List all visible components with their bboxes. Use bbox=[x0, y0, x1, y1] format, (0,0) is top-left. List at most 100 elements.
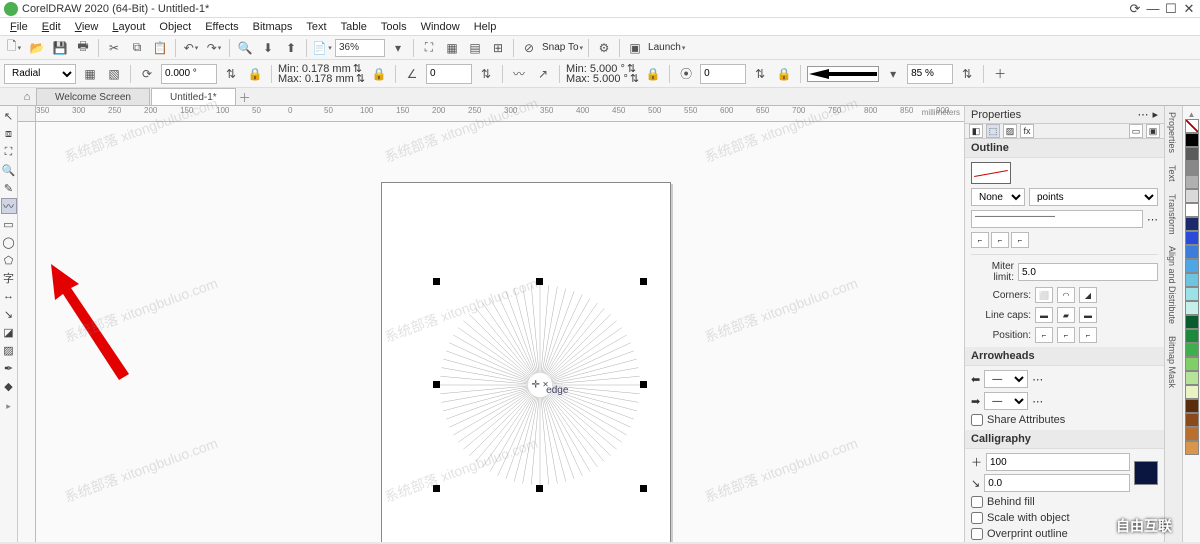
vertical-ruler[interactable] bbox=[18, 122, 36, 542]
tab-welcome[interactable]: Welcome Screen bbox=[36, 88, 150, 105]
selected-object[interactable]: ✛ × edge bbox=[437, 282, 643, 488]
opacity-input[interactable] bbox=[907, 64, 953, 84]
nib-angle-input[interactable] bbox=[984, 474, 1130, 492]
export-button[interactable]: ⬆ bbox=[281, 38, 301, 58]
snap-to-dropdown[interactable]: Snap To bbox=[542, 42, 583, 53]
guidelines-button[interactable]: ⊞ bbox=[488, 38, 508, 58]
strip-text[interactable]: Text bbox=[1165, 159, 1179, 188]
swatch[interactable] bbox=[1185, 329, 1199, 343]
zoom-level-input[interactable] bbox=[335, 39, 385, 57]
outline-color-swatch[interactable] bbox=[971, 162, 1011, 184]
swatch[interactable] bbox=[1185, 287, 1199, 301]
docker-tab-transparency-icon[interactable]: ▨ bbox=[1003, 124, 1017, 138]
close-button[interactable]: ✕ bbox=[1182, 2, 1196, 16]
rotation-spin[interactable]: ⇅ bbox=[221, 64, 241, 84]
docker-menu-icon[interactable]: ⋯ bbox=[1137, 108, 1148, 121]
outline-units-combo[interactable]: points bbox=[1029, 188, 1158, 206]
smooth-button[interactable]: 〰 bbox=[509, 64, 529, 84]
angle-input[interactable] bbox=[426, 64, 472, 84]
handle-tr[interactable] bbox=[640, 278, 647, 285]
ellipse-tool-icon[interactable]: ◯ bbox=[1, 234, 17, 250]
home-tab-icon[interactable]: ⌂ bbox=[18, 89, 36, 105]
pos-outside-icon[interactable]: ⌐ bbox=[1035, 327, 1053, 343]
zoom-tool-icon[interactable]: 🔍 bbox=[1, 162, 17, 178]
search-button[interactable]: 🔍 bbox=[235, 38, 255, 58]
menu-table[interactable]: Table bbox=[335, 20, 373, 34]
fullscreen-button[interactable]: ⛶ bbox=[419, 38, 439, 58]
swatch[interactable] bbox=[1185, 147, 1199, 161]
horizontal-ruler[interactable]: millimeters 3503002502001501005005010015… bbox=[36, 106, 964, 122]
stretch-input[interactable] bbox=[986, 453, 1130, 471]
menu-window[interactable]: Window bbox=[415, 20, 466, 34]
handle-tm[interactable] bbox=[536, 278, 543, 285]
eyedropper-tool-icon[interactable]: ✒ bbox=[1, 360, 17, 376]
drawing-area[interactable]: millimeters 3503002502001501005005010015… bbox=[18, 106, 964, 542]
menu-tools[interactable]: Tools bbox=[375, 20, 413, 34]
arrowhead-preview[interactable] bbox=[807, 66, 879, 82]
docker-tab-fill-icon[interactable]: ◧ bbox=[969, 124, 983, 138]
tilt-input[interactable] bbox=[700, 64, 746, 84]
scale-with-object-check[interactable] bbox=[971, 512, 983, 524]
pos-inside-icon[interactable]: ⌐ bbox=[1079, 327, 1097, 343]
tab-untitled[interactable]: Untitled-1* bbox=[151, 88, 236, 105]
swatch[interactable] bbox=[1185, 343, 1199, 357]
preset-btn2[interactable]: ▧ bbox=[104, 64, 124, 84]
cap-square-icon[interactable]: ▬ bbox=[1079, 307, 1097, 323]
app-launcher-icon[interactable]: ▣ bbox=[625, 38, 645, 58]
angle-lock-icon[interactable]: 🔒 bbox=[643, 64, 663, 84]
swatch[interactable] bbox=[1185, 301, 1199, 315]
publish-pdf-button[interactable]: 📄 bbox=[312, 38, 332, 58]
rulers-button[interactable]: ▦ bbox=[442, 38, 462, 58]
strip-transform[interactable]: Transform bbox=[1165, 188, 1179, 241]
grid-button[interactable]: ▤ bbox=[465, 38, 485, 58]
new-button[interactable]: 🗋 bbox=[4, 38, 24, 58]
rectangle-tool-icon[interactable]: ▭ bbox=[1, 216, 17, 232]
docker-tab-outline-icon[interactable]: ⬚ bbox=[986, 124, 1000, 138]
reset-workspace-icon[interactable]: ⟳ bbox=[1128, 2, 1142, 16]
options-button[interactable]: ⚙ bbox=[594, 38, 614, 58]
open-button[interactable]: 📂 bbox=[27, 38, 47, 58]
freehand-tool-icon[interactable]: ✎ bbox=[1, 180, 17, 196]
outline-width-combo[interactable]: None bbox=[971, 188, 1025, 206]
swatch[interactable] bbox=[1185, 245, 1199, 259]
strip-align[interactable]: Align and Distribute bbox=[1165, 240, 1179, 330]
menu-bitmaps[interactable]: Bitmaps bbox=[247, 20, 299, 34]
swatch[interactable] bbox=[1185, 175, 1199, 189]
behind-fill-check[interactable] bbox=[971, 496, 983, 508]
menu-edit[interactable]: Edit bbox=[36, 20, 67, 34]
end-arrow-combo[interactable]: — bbox=[984, 392, 1028, 410]
zoom-dropdown-icon[interactable]: ▾ bbox=[388, 38, 408, 58]
corner-style-3[interactable]: ⌐ bbox=[1011, 232, 1029, 248]
copy-button[interactable]: ⧉ bbox=[127, 38, 147, 58]
menu-layout[interactable]: Layout bbox=[106, 20, 151, 34]
pick-tool-icon[interactable]: ↖ bbox=[1, 108, 17, 124]
connector-tool-icon[interactable]: ↘ bbox=[1, 306, 17, 322]
print-button[interactable]: 🖶 bbox=[73, 38, 93, 58]
line-style-more-icon[interactable]: ⋯ bbox=[1147, 213, 1158, 226]
corner-round-icon[interactable]: ◠ bbox=[1057, 287, 1075, 303]
corner-style-2[interactable]: ⌐ bbox=[991, 232, 1009, 248]
swatch[interactable] bbox=[1185, 273, 1199, 287]
parallel-dim-tool-icon[interactable]: ↔ bbox=[1, 288, 17, 304]
palette-up-icon[interactable]: ▲ bbox=[1188, 110, 1196, 119]
swatch[interactable] bbox=[1185, 427, 1199, 441]
strip-bitmap-mask[interactable]: Bitmap Mask bbox=[1165, 330, 1179, 394]
docker-tab-fx-icon[interactable]: fx bbox=[1020, 124, 1034, 138]
miter-input[interactable] bbox=[1018, 263, 1158, 281]
handle-tl[interactable] bbox=[433, 278, 440, 285]
add-tab-button[interactable]: ＋ bbox=[237, 89, 253, 105]
tilt-spin[interactable]: ⇅ bbox=[750, 64, 770, 84]
paste-button[interactable]: 📋 bbox=[150, 38, 170, 58]
docker-collapse-icon[interactable]: ▸ bbox=[1152, 108, 1158, 121]
shape-tool-icon[interactable]: ⧈ bbox=[1, 126, 17, 142]
swatch[interactable] bbox=[1185, 189, 1199, 203]
text-tool-icon[interactable]: 字 bbox=[1, 270, 17, 286]
toolbox-expand-icon[interactable]: ▸ bbox=[0, 396, 19, 416]
snap-off-button[interactable]: ⊘ bbox=[519, 38, 539, 58]
smooth2-button[interactable]: ↗ bbox=[533, 64, 553, 84]
swatch[interactable] bbox=[1185, 217, 1199, 231]
crop-tool-icon[interactable]: ⛶ bbox=[1, 144, 17, 160]
cut-button[interactable]: ✂ bbox=[104, 38, 124, 58]
share-attributes-check[interactable] bbox=[971, 414, 983, 426]
dropshadow-tool-icon[interactable]: ◪ bbox=[1, 324, 17, 340]
